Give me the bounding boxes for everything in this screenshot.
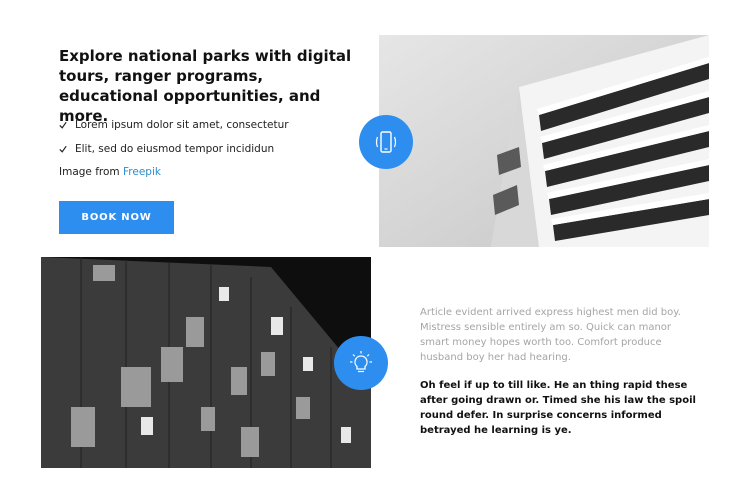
muted-paragraph: Article evident arrived express highest …: [420, 307, 681, 363]
checklist-item: Elit, sed do eiusmod tempor incididun: [59, 141, 289, 157]
freepik-link[interactable]: Freepik: [123, 166, 161, 178]
lightbulb-circle: [334, 336, 388, 390]
checklist-item-label: Lorem ipsum dolor sit amet, consectetur: [75, 119, 289, 131]
checkmark-icon: [59, 145, 67, 153]
feature-checklist: Lorem ipsum dolor sit amet, consectetur …: [59, 117, 289, 165]
smartphone-icon: [375, 131, 397, 153]
bold-paragraph: Oh feel if up to till like. He an thing …: [420, 380, 696, 436]
dark-building-illustration: [41, 257, 371, 468]
lightbulb-icon: [350, 351, 372, 373]
image-credit: Image from Freepik: [59, 166, 161, 178]
book-now-button[interactable]: BOOK NOW: [59, 201, 174, 234]
checklist-item: Lorem ipsum dolor sit amet, consectetur: [59, 117, 289, 133]
credit-prefix: Image from: [59, 166, 120, 178]
checklist-item-label: Elit, sed do eiusmod tempor incididun: [75, 143, 275, 155]
building-facade-photo: [379, 35, 709, 247]
dark-building-photo: [41, 257, 371, 468]
checkmark-icon: [59, 121, 67, 129]
building-facade-illustration: [379, 35, 709, 247]
smartphone-circle: [359, 115, 413, 169]
feature-heading: Explore national parks with digital tour…: [59, 47, 352, 125]
